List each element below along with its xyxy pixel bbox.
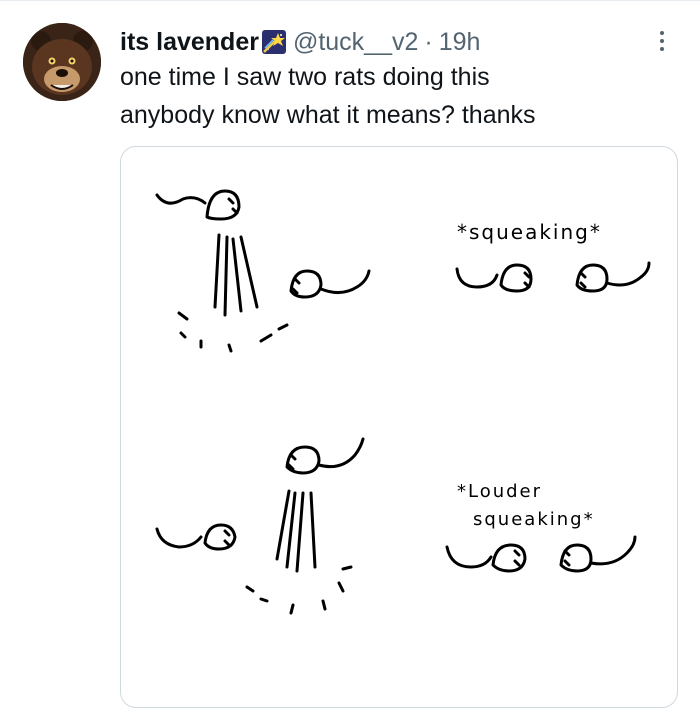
tweet-text: one time I saw two rats doing this anybo…: [120, 58, 680, 134]
rat-bottom-right-1: [289, 269, 371, 299]
top-divider: [0, 0, 700, 5]
rat-top-left: [155, 189, 241, 221]
tweet-text-line: one time I saw two rats doing this: [120, 63, 490, 91]
rats-squeaking-pair: [455, 261, 651, 293]
tweet-time[interactable]: 19h: [439, 28, 481, 57]
more-options-icon[interactable]: [650, 24, 674, 58]
author-name[interactable]: its lavender: [120, 28, 259, 57]
rat-drawing: *squeaking* *Louder squeaking*: [155, 189, 651, 615]
author-handle[interactable]: @tuck__v2: [293, 28, 418, 57]
scatter-1: [177, 311, 289, 353]
caption-squeaking: *squeaking*: [457, 220, 602, 244]
tweet-text-line: anybody know what it means? thanks: [120, 101, 536, 129]
scatter-2: [245, 565, 353, 615]
rat-top-center: [285, 437, 365, 475]
separator-dot: ·: [424, 27, 433, 56]
tweet-header: its lavender @tuck__v2 · 19h: [120, 24, 480, 60]
avatar[interactable]: [23, 23, 101, 101]
caption-louder: *Louder: [457, 481, 542, 502]
rats-louder-pair: [445, 535, 637, 573]
shooting-star-icon: [261, 29, 287, 55]
tweet-image[interactable]: *squeaking* *Louder squeaking*: [120, 146, 678, 708]
rat-left-3: [155, 523, 237, 551]
fall-lines-2: [275, 489, 317, 573]
bear-avatar-icon: [23, 23, 101, 101]
fall-lines-1: [213, 233, 259, 317]
caption-louder-squeaking: squeaking*: [473, 509, 595, 530]
